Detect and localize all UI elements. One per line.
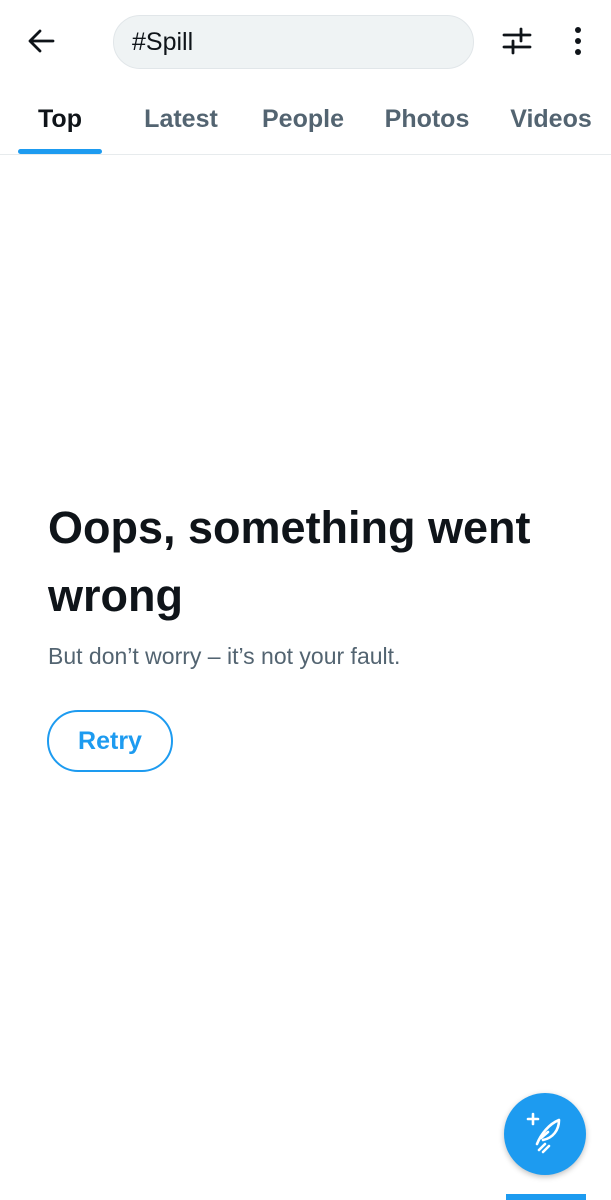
active-tab-indicator [18,149,102,154]
back-button[interactable] [20,22,62,64]
search-input[interactable] [114,16,473,68]
compose-tweet-button[interactable] [504,1093,586,1175]
tab-latest[interactable]: Latest [130,84,232,154]
bottom-nav-peek [506,1194,586,1200]
search-filter-button[interactable] [496,22,538,64]
arrow-left-icon [26,26,56,61]
error-title: Oops, something went wrong [48,502,531,621]
sliders-icon [501,25,533,62]
tab-photos[interactable]: Photos [372,84,482,154]
search-bar[interactable] [113,15,474,69]
tab-people[interactable]: People [250,84,356,154]
top-app-bar [0,0,611,84]
search-tabs: Top Latest People Photos Videos [0,84,611,155]
tab-videos[interactable]: Videos [496,84,606,154]
more-options-button[interactable] [558,22,598,64]
error-subtitle: But don’t worry – it’s not your fault. [48,643,401,669]
tab-top[interactable]: Top [18,84,102,154]
compose-feather-icon [523,1110,567,1159]
retry-button[interactable]: Retry [47,710,173,772]
vertical-ellipsis-icon [572,25,584,62]
